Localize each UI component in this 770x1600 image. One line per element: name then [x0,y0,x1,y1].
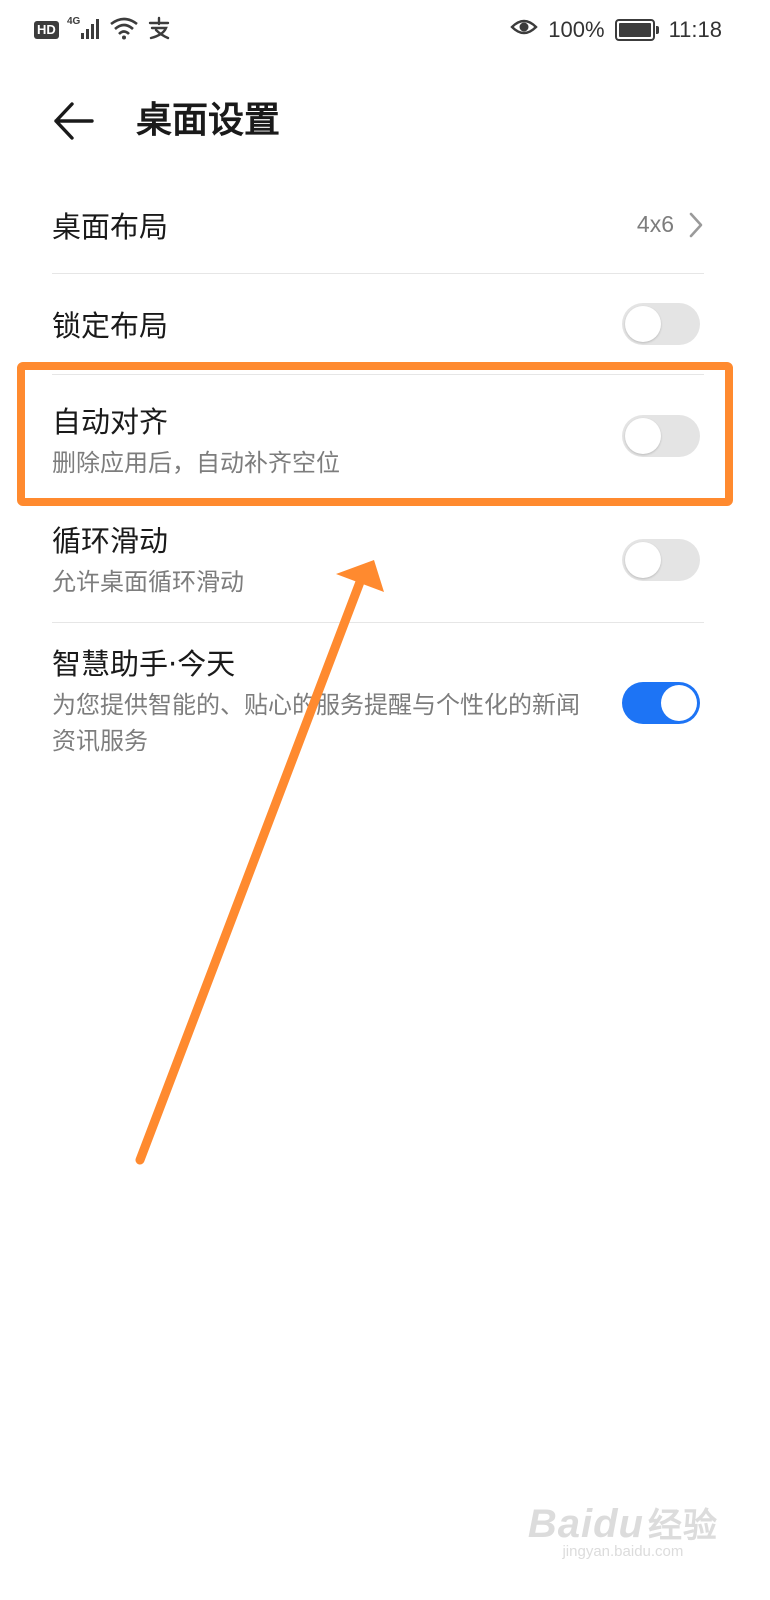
toggle-knob [625,542,661,578]
baidu-watermark: Baidu 经验 jingyan.baidu.com [528,1498,718,1560]
setting-subtitle: 为您提供智能的、贴心的服务提醒与个性化的新闻资讯服务 [52,691,580,755]
loop-scroll-toggle[interactable] [622,539,700,581]
toggle-knob [625,306,661,342]
assistant-today-toggle[interactable] [622,682,700,724]
status-right: 100% 11:18 [510,14,722,46]
wifi-icon [109,16,139,44]
page-title: 桌面设置 [136,100,281,141]
status-bar: HD 4G 100% 11:18 [0,0,770,62]
network-type-label: 4G [67,16,81,27]
setting-desktop-layout[interactable]: 桌面布局 4x6 [52,176,704,273]
setting-title: 桌面布局 [52,209,169,244]
battery-charging-icon [614,19,659,41]
setting-title: 循环滑动 [52,524,169,558]
setting-lock-layout: 锁定布局 [52,274,704,374]
layout-value: 4x6 [636,211,674,237]
setting-loop-scroll: 循环滑动 允许桌面循环滑动 [52,502,704,622]
chevron-right-icon [689,212,703,237]
toggle-knob [661,685,697,721]
app-header: 桌面设置 [0,86,770,156]
settings-list: 桌面布局 4x6 锁定布局 自动对齐 删除应用后，自动补齐空位 循环滑动 允许桌… [0,176,770,783]
clock: 11:18 [668,17,722,42]
status-left: HD 4G [34,16,171,44]
eye-icon [510,16,538,44]
back-button[interactable] [48,96,98,146]
setting-title: 自动对齐 [52,405,169,439]
setting-title: 智慧助手·今天 [52,647,236,681]
setting-value-wrap: 4x6 [637,176,704,273]
alipay-icon [147,16,171,44]
watermark-logo: Baidu 经验 [527,1502,718,1546]
battery-percent: 100% [548,17,605,42]
hd-icon: HD [34,21,59,39]
setting-auto-align: 自动对齐 删除应用后，自动补齐空位 [52,375,704,502]
setting-title: 锁定布局 [52,309,169,343]
setting-subtitle: 删除应用后，自动补齐空位 [52,449,340,477]
toggle-knob [625,418,661,454]
arrow-left-icon [54,102,94,140]
setting-assistant-today: 智慧助手·今天 为您提供智能的、贴心的服务提醒与个性化的新闻资讯服务 [52,623,704,783]
setting-subtitle: 允许桌面循环滑动 [52,568,244,596]
lock-layout-toggle[interactable] [622,303,700,345]
auto-align-toggle[interactable] [622,415,700,457]
signal-icon: 4G [67,15,101,45]
